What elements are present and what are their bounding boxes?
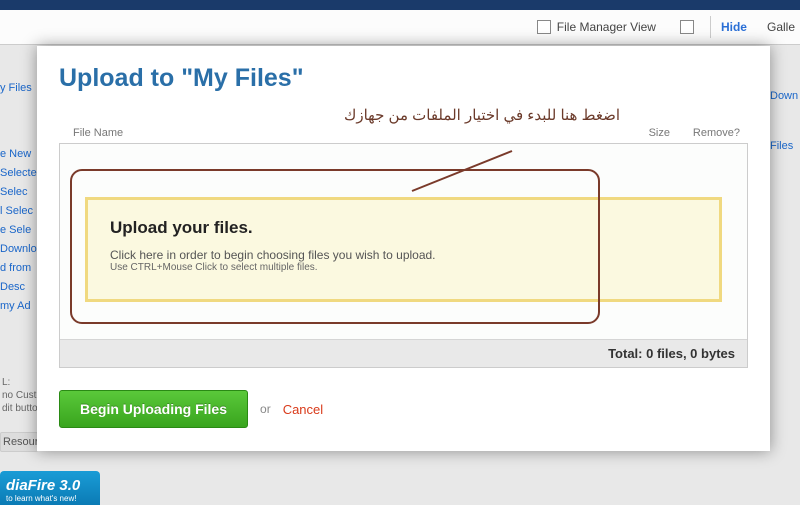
- upload-panel: Upload your files. Click here in order t…: [59, 143, 748, 368]
- file-list-headers: File Name Size Remove?: [59, 123, 748, 143]
- col-header-name: File Name: [73, 127, 610, 139]
- grid-icon: [537, 20, 551, 34]
- action-row: Begin Uploading Files or Cancel: [59, 390, 748, 428]
- sidebar-links: y Files e New Selecte Selec l Selec e Se…: [0, 75, 40, 319]
- top-toolbar: File Manager View Hide Galle: [0, 10, 800, 45]
- sidebar-item[interactable]: my Ad: [0, 300, 40, 312]
- modal-title: Upload to "My Files": [59, 64, 748, 93]
- col-header-remove: Remove?: [670, 127, 740, 139]
- or-text: or: [260, 402, 271, 416]
- col-header-size: Size: [610, 127, 670, 139]
- sidebar-item[interactable]: e Sele: [0, 224, 40, 236]
- sidebar-item[interactable]: l Selec: [0, 205, 40, 217]
- sidebar-item[interactable]: y Files: [0, 82, 40, 94]
- sidebar-item[interactable]: Downlo: [0, 243, 40, 255]
- file-manager-view-button[interactable]: File Manager View: [529, 16, 664, 38]
- sidebar-item[interactable]: d from: [0, 262, 40, 274]
- file-manager-view-label: File Manager View: [557, 20, 656, 34]
- begin-upload-button[interactable]: Begin Uploading Files: [59, 390, 248, 428]
- right-links: Down Files: [770, 80, 800, 162]
- total-text: Total: 0 files, 0 bytes: [608, 346, 735, 361]
- annotation-arabic: اضغط هنا للبدء في اختيار الملفات من جهاز…: [344, 106, 620, 124]
- hide-button[interactable]: Hide: [710, 16, 757, 38]
- mediafire-badge[interactable]: diaFire 3.0 to learn what's new!: [0, 471, 100, 505]
- sidebar-item[interactable]: Desc: [0, 281, 40, 293]
- gallery-button[interactable]: [672, 16, 702, 38]
- upload-drop-zone[interactable]: Upload your files. Click here in order t…: [85, 197, 722, 302]
- sidebar-item[interactable]: Selecte: [0, 167, 40, 179]
- right-link[interactable]: Down: [770, 90, 800, 102]
- gallery-text[interactable]: Galle: [765, 16, 795, 38]
- top-strip: [0, 0, 800, 10]
- sidebar-item[interactable]: Selec: [0, 186, 40, 198]
- upload-heading: Upload your files.: [110, 218, 697, 238]
- annotation-arrow: [407, 146, 517, 196]
- upload-modal: Upload to "My Files" اضغط هنا للبدء في ا…: [37, 46, 770, 451]
- sidebar-item[interactable]: e New: [0, 148, 40, 160]
- total-bar: Total: 0 files, 0 bytes: [60, 339, 747, 367]
- resources-label: Resour: [0, 432, 38, 452]
- cancel-link[interactable]: Cancel: [283, 402, 323, 417]
- gallery-icon: [680, 20, 694, 34]
- right-link[interactable]: Files: [770, 140, 800, 152]
- upload-instruction-2: Use CTRL+Mouse Click to select multiple …: [110, 262, 697, 273]
- upload-instruction-1: Click here in order to begin choosing fi…: [110, 248, 697, 262]
